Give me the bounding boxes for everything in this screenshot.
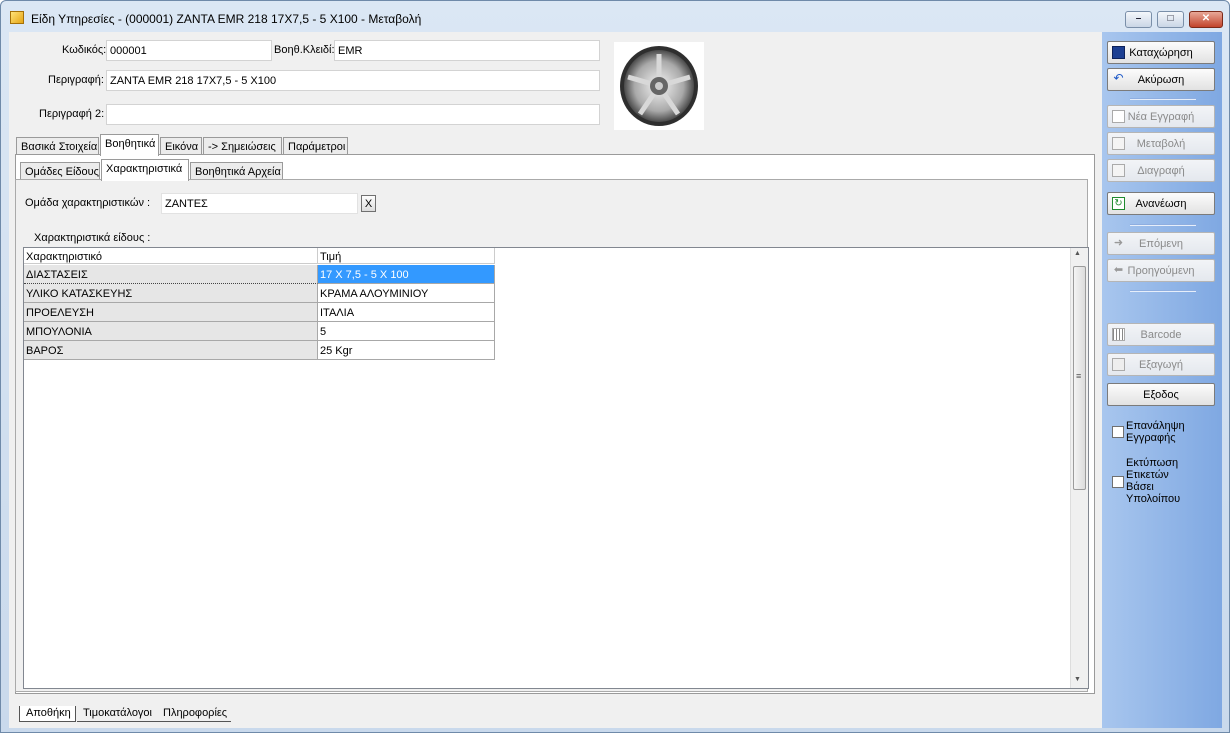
product-photo — [614, 42, 704, 130]
wheel-image — [620, 46, 698, 126]
edit-button[interactable]: Μεταβολή — [1107, 132, 1215, 155]
next-label: Επόμενη — [1139, 238, 1183, 250]
tab-price-lists[interactable]: Τιμοκατάλογοι — [77, 706, 157, 722]
close-button[interactable]: ✕ — [1189, 11, 1223, 28]
delete-label: Διαγραφή — [1137, 165, 1185, 177]
close-icon: ✕ — [1201, 13, 1211, 24]
refresh-label: Ανανέωση — [1135, 198, 1187, 210]
tab-aux-files[interactable]: Βοηθητικά Αρχεία — [190, 162, 283, 180]
separator — [1130, 290, 1196, 292]
maximize-button[interactable]: □ — [1157, 11, 1184, 28]
minimize-icon: – — [1135, 13, 1142, 24]
code-label: Κωδικός: — [62, 44, 107, 56]
tab-image[interactable]: Εικόνα — [160, 137, 202, 155]
cancel-label: Ακύρωση — [1137, 74, 1185, 86]
exit-button[interactable]: Εξοδος — [1107, 383, 1215, 406]
barcode-label: Barcode — [1140, 329, 1182, 341]
tab-characteristics[interactable]: Χαρακτηριστικά — [101, 159, 189, 181]
row-characteristic-cell[interactable]: ΒΑΡΟΣ — [24, 341, 318, 360]
refresh-button[interactable]: ↻ Ανανέωση — [1107, 192, 1215, 215]
print-labels-label: Εκτύπωση Ετικετών Βάσει Υπολοίπου — [1126, 457, 1181, 505]
column-header-value[interactable]: Τιμή — [318, 248, 495, 264]
barcode-icon — [1112, 328, 1125, 341]
undo-icon: ↶ — [1113, 71, 1124, 85]
column-header-characteristic[interactable]: Χαρακτηριστικό — [24, 248, 318, 264]
row-characteristic-cell[interactable]: ΔΙΑΣΤΑΣΕΙΣ — [24, 265, 318, 284]
clear-group-button[interactable]: X — [361, 195, 376, 212]
scroll-down-icon[interactable]: ▼ — [1074, 676, 1081, 683]
edit-icon — [1112, 137, 1125, 150]
tab-notes[interactable]: -> Σημειώσεις — [203, 137, 282, 155]
previous-label: Προηγούμενη — [1127, 265, 1195, 277]
app-icon — [10, 11, 24, 24]
row-value-cell[interactable]: ΙΤΑΛΙΑ — [318, 303, 495, 322]
maximize-icon: □ — [1167, 13, 1174, 24]
tab-item-groups[interactable]: Ομάδες Είδους — [20, 162, 100, 180]
group-label: Ομάδα χαρακτηριστικών : — [25, 197, 151, 209]
tab-auxiliary[interactable]: Βοηθητικά — [100, 134, 159, 156]
group-field[interactable]: ΖΑΝΤΕΣ — [161, 193, 358, 214]
tab-basic[interactable]: Βασικά Στοιχεία — [16, 137, 99, 155]
tab-warehouse[interactable]: Αποθήκη — [19, 706, 76, 722]
separator — [1130, 98, 1196, 100]
row-value-cell[interactable]: 17 X 7,5 - 5 X 100 — [318, 265, 495, 284]
export-label: Εξαγωγή — [1138, 359, 1184, 371]
cancel-button[interactable]: ↶ Ακύρωση — [1107, 68, 1215, 91]
row-value-cell[interactable]: ΚΡΑΜΑ ΑΛΟΥΜΙΝΙΟΥ — [318, 284, 495, 303]
grid-scrollbar[interactable]: ▲ ≡ ▼ — [1070, 248, 1088, 688]
new-record-label: Νέα Εγγραφή — [1127, 111, 1195, 123]
description2-label: Περιγραφή 2: — [39, 108, 105, 120]
barcode-button[interactable]: Barcode — [1107, 323, 1215, 346]
tab-parameters[interactable]: Παράμετροι — [283, 137, 348, 155]
refresh-icon: ↻ — [1112, 197, 1125, 210]
row-value-cell[interactable]: 5 — [318, 322, 495, 341]
save-icon — [1112, 46, 1125, 59]
thumb-grip-icon: ≡ — [1076, 371, 1082, 381]
title-bar[interactable]: Είδη Υπηρεσίες - (000001) ΖΑΝΤΑ EMR 218 … — [1, 1, 1229, 31]
aux-key-field[interactable]: EMR — [334, 40, 600, 61]
new-record-button[interactable]: Νέα Εγγραφή — [1107, 105, 1215, 128]
save-label: Καταχώρηση — [1129, 47, 1193, 59]
delete-button[interactable]: Διαγραφή — [1107, 159, 1215, 182]
edit-label: Μεταβολή — [1136, 138, 1186, 150]
description-field[interactable]: ΖΑΝΤΑ EMR 218 17X7,5 - 5 X100 — [106, 70, 600, 91]
aux-key-label: Βοηθ.Κλειδί: — [274, 44, 335, 56]
print-labels-checkbox[interactable] — [1112, 476, 1124, 488]
new-document-icon — [1112, 110, 1125, 123]
code-field[interactable]: 000001 — [106, 40, 272, 61]
separator — [1130, 224, 1196, 226]
previous-button[interactable]: ⬅ Προηγούμενη — [1107, 259, 1215, 282]
delete-icon — [1112, 164, 1125, 177]
grid-title: Χαρακτηριστικά είδους : — [34, 232, 151, 244]
scroll-up-icon[interactable]: ▲ — [1074, 250, 1081, 257]
row-characteristic-cell[interactable]: ΠΡΟΕΛΕΥΣΗ — [24, 303, 318, 322]
arrow-right-icon: ➜ — [1113, 237, 1124, 249]
main-window: Είδη Υπηρεσίες - (000001) ΖΑΝΤΑ EMR 218 … — [0, 0, 1230, 733]
action-panel: Καταχώρηση ↶ Ακύρωση Νέα Εγγραφή Μεταβολ… — [1102, 32, 1222, 728]
minimize-button[interactable]: – — [1125, 11, 1152, 28]
exit-label: Εξοδος — [1143, 389, 1179, 401]
next-button[interactable]: ➜ Επόμενη — [1107, 232, 1215, 255]
description-label: Περιγραφή: — [48, 74, 104, 86]
row-characteristic-cell[interactable]: ΜΠΟΥΛΟΝΙΑ — [24, 322, 318, 341]
description2-field[interactable] — [106, 104, 600, 125]
row-value-cell[interactable]: 25 Kgr — [318, 341, 495, 360]
save-button[interactable]: Καταχώρηση — [1107, 41, 1215, 64]
characteristics-grid: Χαρακτηριστικό Τιμή ΔΙΑΣΤΑΣΕΙΣ 17 X 7,5 -… — [23, 247, 1089, 689]
export-icon — [1112, 358, 1125, 371]
form-area: Κωδικός: 000001 Βοηθ.Κλειδί: EMR Περιγρα… — [9, 32, 1102, 728]
row-characteristic-cell[interactable]: ΥΛΙΚΟ ΚΑΤΑΣΚΕΥΗΣ — [24, 284, 318, 303]
scroll-thumb[interactable]: ≡ — [1073, 266, 1086, 490]
tab-info[interactable]: Πληροφορίες — [157, 706, 231, 722]
repeat-record-checkbox[interactable] — [1112, 426, 1124, 438]
repeat-record-label: Επανάληψη Εγγραφής — [1126, 420, 1185, 444]
window-title: Είδη Υπηρεσίες - (000001) ΖΑΝΤΑ EMR 218 … — [31, 12, 422, 26]
arrow-left-icon: ⬅ — [1113, 264, 1124, 276]
export-button[interactable]: Εξαγωγή — [1107, 353, 1215, 376]
